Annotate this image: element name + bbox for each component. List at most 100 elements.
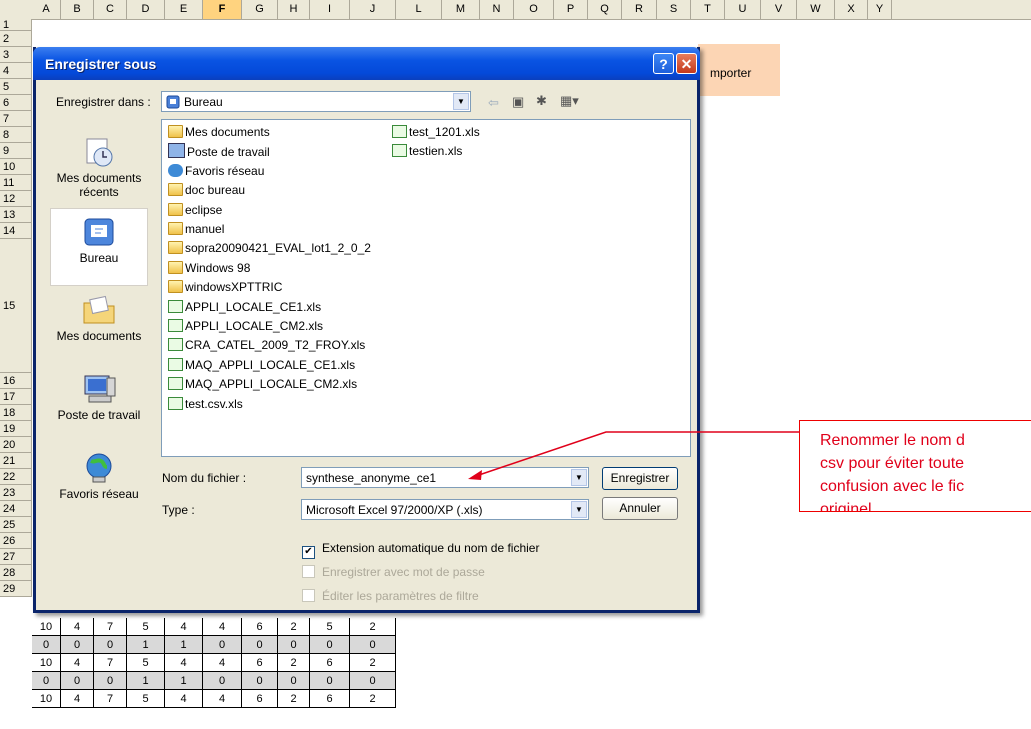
- file-item[interactable]: APPLI_LOCALE_CE1.xls: [168, 299, 321, 315]
- file-item[interactable]: MAQ_APPLI_LOCALE_CE1.xls: [168, 357, 355, 373]
- orange-cell[interactable]: mporter: [698, 44, 780, 96]
- grid-cell[interactable]: 6: [310, 690, 350, 708]
- grid-cell[interactable]: 10: [32, 690, 61, 708]
- grid-cell[interactable]: 0: [61, 672, 94, 690]
- place-my-computer[interactable]: Poste de travail: [50, 366, 148, 444]
- column-header-p[interactable]: P: [554, 0, 588, 19]
- row-header-21[interactable]: 21: [0, 453, 32, 469]
- column-header-q[interactable]: Q: [588, 0, 622, 19]
- grid-cell[interactable]: 0: [242, 636, 278, 654]
- file-item[interactable]: Favoris réseau: [168, 163, 264, 179]
- file-item[interactable]: doc bureau: [168, 182, 245, 198]
- grid-cell[interactable]: 4: [203, 654, 242, 672]
- row-header-25[interactable]: 25: [0, 517, 32, 533]
- place-desktop[interactable]: Bureau: [50, 208, 148, 286]
- row-header-15[interactable]: 15: [0, 239, 32, 373]
- column-header-v[interactable]: V: [761, 0, 797, 19]
- up-folder-icon[interactable]: ▣: [512, 94, 524, 110]
- grid-cell[interactable]: 2: [278, 690, 310, 708]
- grid-cell[interactable]: 7: [94, 618, 127, 636]
- file-item[interactable]: test.csv.xls: [168, 396, 243, 412]
- place-recent-documents[interactable]: Mes documents récents: [50, 129, 148, 207]
- place-my-documents[interactable]: Mes documents: [50, 287, 148, 365]
- row-header-6[interactable]: 6: [0, 95, 32, 111]
- row-header-4[interactable]: 4: [0, 63, 32, 79]
- grid-cell[interactable]: 0: [278, 636, 310, 654]
- column-header-r[interactable]: R: [622, 0, 657, 19]
- grid-cell[interactable]: 6: [242, 654, 278, 672]
- grid-cell[interactable]: 4: [61, 618, 94, 636]
- column-header-d[interactable]: D: [127, 0, 165, 19]
- grid-cell[interactable]: 5: [127, 618, 165, 636]
- grid-cell[interactable]: 0: [61, 636, 94, 654]
- row-header-22[interactable]: 22: [0, 469, 32, 485]
- column-header-h[interactable]: H: [278, 0, 310, 19]
- grid-cell[interactable]: 5: [127, 690, 165, 708]
- grid-cell[interactable]: 0: [94, 636, 127, 654]
- grid-cell[interactable]: 0: [203, 672, 242, 690]
- grid-cell[interactable]: 2: [278, 654, 310, 672]
- grid-cell[interactable]: 10: [32, 654, 61, 672]
- cancel-button[interactable]: Annuler: [602, 497, 678, 520]
- file-item[interactable]: test_1201.xls: [392, 124, 480, 140]
- grid-cell[interactable]: 2: [350, 618, 396, 636]
- help-button[interactable]: ?: [653, 53, 674, 74]
- row-header-7[interactable]: 7: [0, 111, 32, 127]
- column-header-n[interactable]: N: [480, 0, 514, 19]
- row-header-17[interactable]: 17: [0, 389, 32, 405]
- column-header-j[interactable]: J: [350, 0, 396, 19]
- column-header-c[interactable]: C: [94, 0, 127, 19]
- grid-cell[interactable]: 0: [242, 672, 278, 690]
- row-header-19[interactable]: 19: [0, 421, 32, 437]
- row-header-29[interactable]: 29: [0, 581, 32, 597]
- grid-cell[interactable]: 0: [94, 672, 127, 690]
- save-in-combo[interactable]: Bureau ▼: [161, 91, 471, 112]
- column-header-w[interactable]: W: [797, 0, 835, 19]
- file-item[interactable]: Windows 98: [168, 260, 250, 276]
- grid-cell[interactable]: 0: [350, 636, 396, 654]
- grid-cell[interactable]: 0: [278, 672, 310, 690]
- grid-cell[interactable]: 7: [94, 690, 127, 708]
- column-header-e[interactable]: E: [165, 0, 203, 19]
- filename-input[interactable]: synthese_anonyme_ce1 ▼: [301, 467, 589, 488]
- file-item[interactable]: windowsXPTTRIC: [168, 279, 282, 295]
- grid-cell[interactable]: 10: [32, 618, 61, 636]
- grid-cell[interactable]: 5: [127, 654, 165, 672]
- row-header-24[interactable]: 24: [0, 501, 32, 517]
- file-item[interactable]: MAQ_APPLI_LOCALE_CM2.xls: [168, 376, 357, 392]
- column-header-m[interactable]: M: [442, 0, 480, 19]
- column-header-b[interactable]: B: [61, 0, 94, 19]
- file-list[interactable]: Mes documents Poste de travail Favoris rés…: [161, 119, 691, 457]
- file-item[interactable]: manuel: [168, 221, 224, 237]
- row-header-12[interactable]: 12: [0, 191, 32, 207]
- column-header-u[interactable]: U: [725, 0, 761, 19]
- grid-cell[interactable]: 1: [127, 636, 165, 654]
- place-network-places[interactable]: Favoris réseau: [50, 445, 148, 523]
- type-select[interactable]: Microsoft Excel 97/2000/XP (.xls) ▼: [301, 499, 589, 520]
- grid-cell[interactable]: 6: [242, 618, 278, 636]
- grid-cell[interactable]: 6: [310, 654, 350, 672]
- close-button[interactable]: ✕: [676, 53, 697, 74]
- save-button[interactable]: Enregistrer: [602, 467, 678, 490]
- row-header-26[interactable]: 26: [0, 533, 32, 549]
- column-header-x[interactable]: X: [835, 0, 868, 19]
- dialog-titlebar[interactable]: Enregistrer sous ? ✕: [33, 47, 700, 80]
- column-header-a[interactable]: A: [32, 0, 61, 19]
- grid-cell[interactable]: 4: [203, 690, 242, 708]
- file-item[interactable]: Mes documents: [168, 124, 270, 140]
- new-folder-icon[interactable]: ✱: [536, 93, 547, 109]
- grid-cell[interactable]: 4: [165, 690, 203, 708]
- grid-cell[interactable]: 1: [165, 636, 203, 654]
- row-header-1[interactable]: 1: [0, 19, 32, 31]
- row-header-23[interactable]: 23: [0, 485, 32, 501]
- auto-extension-checkbox[interactable]: ✔ Extension automatique du nom de fichier: [302, 541, 539, 559]
- row-header-9[interactable]: 9: [0, 143, 32, 159]
- grid-cell[interactable]: 7: [94, 654, 127, 672]
- grid-cell[interactable]: 0: [310, 636, 350, 654]
- column-header-f[interactable]: F: [203, 0, 242, 19]
- row-header-14[interactable]: 14: [0, 223, 32, 239]
- row-header-11[interactable]: 11: [0, 175, 32, 191]
- column-header-o[interactable]: O: [514, 0, 554, 19]
- column-header-y[interactable]: Y: [868, 0, 892, 19]
- row-header-13[interactable]: 13: [0, 207, 32, 223]
